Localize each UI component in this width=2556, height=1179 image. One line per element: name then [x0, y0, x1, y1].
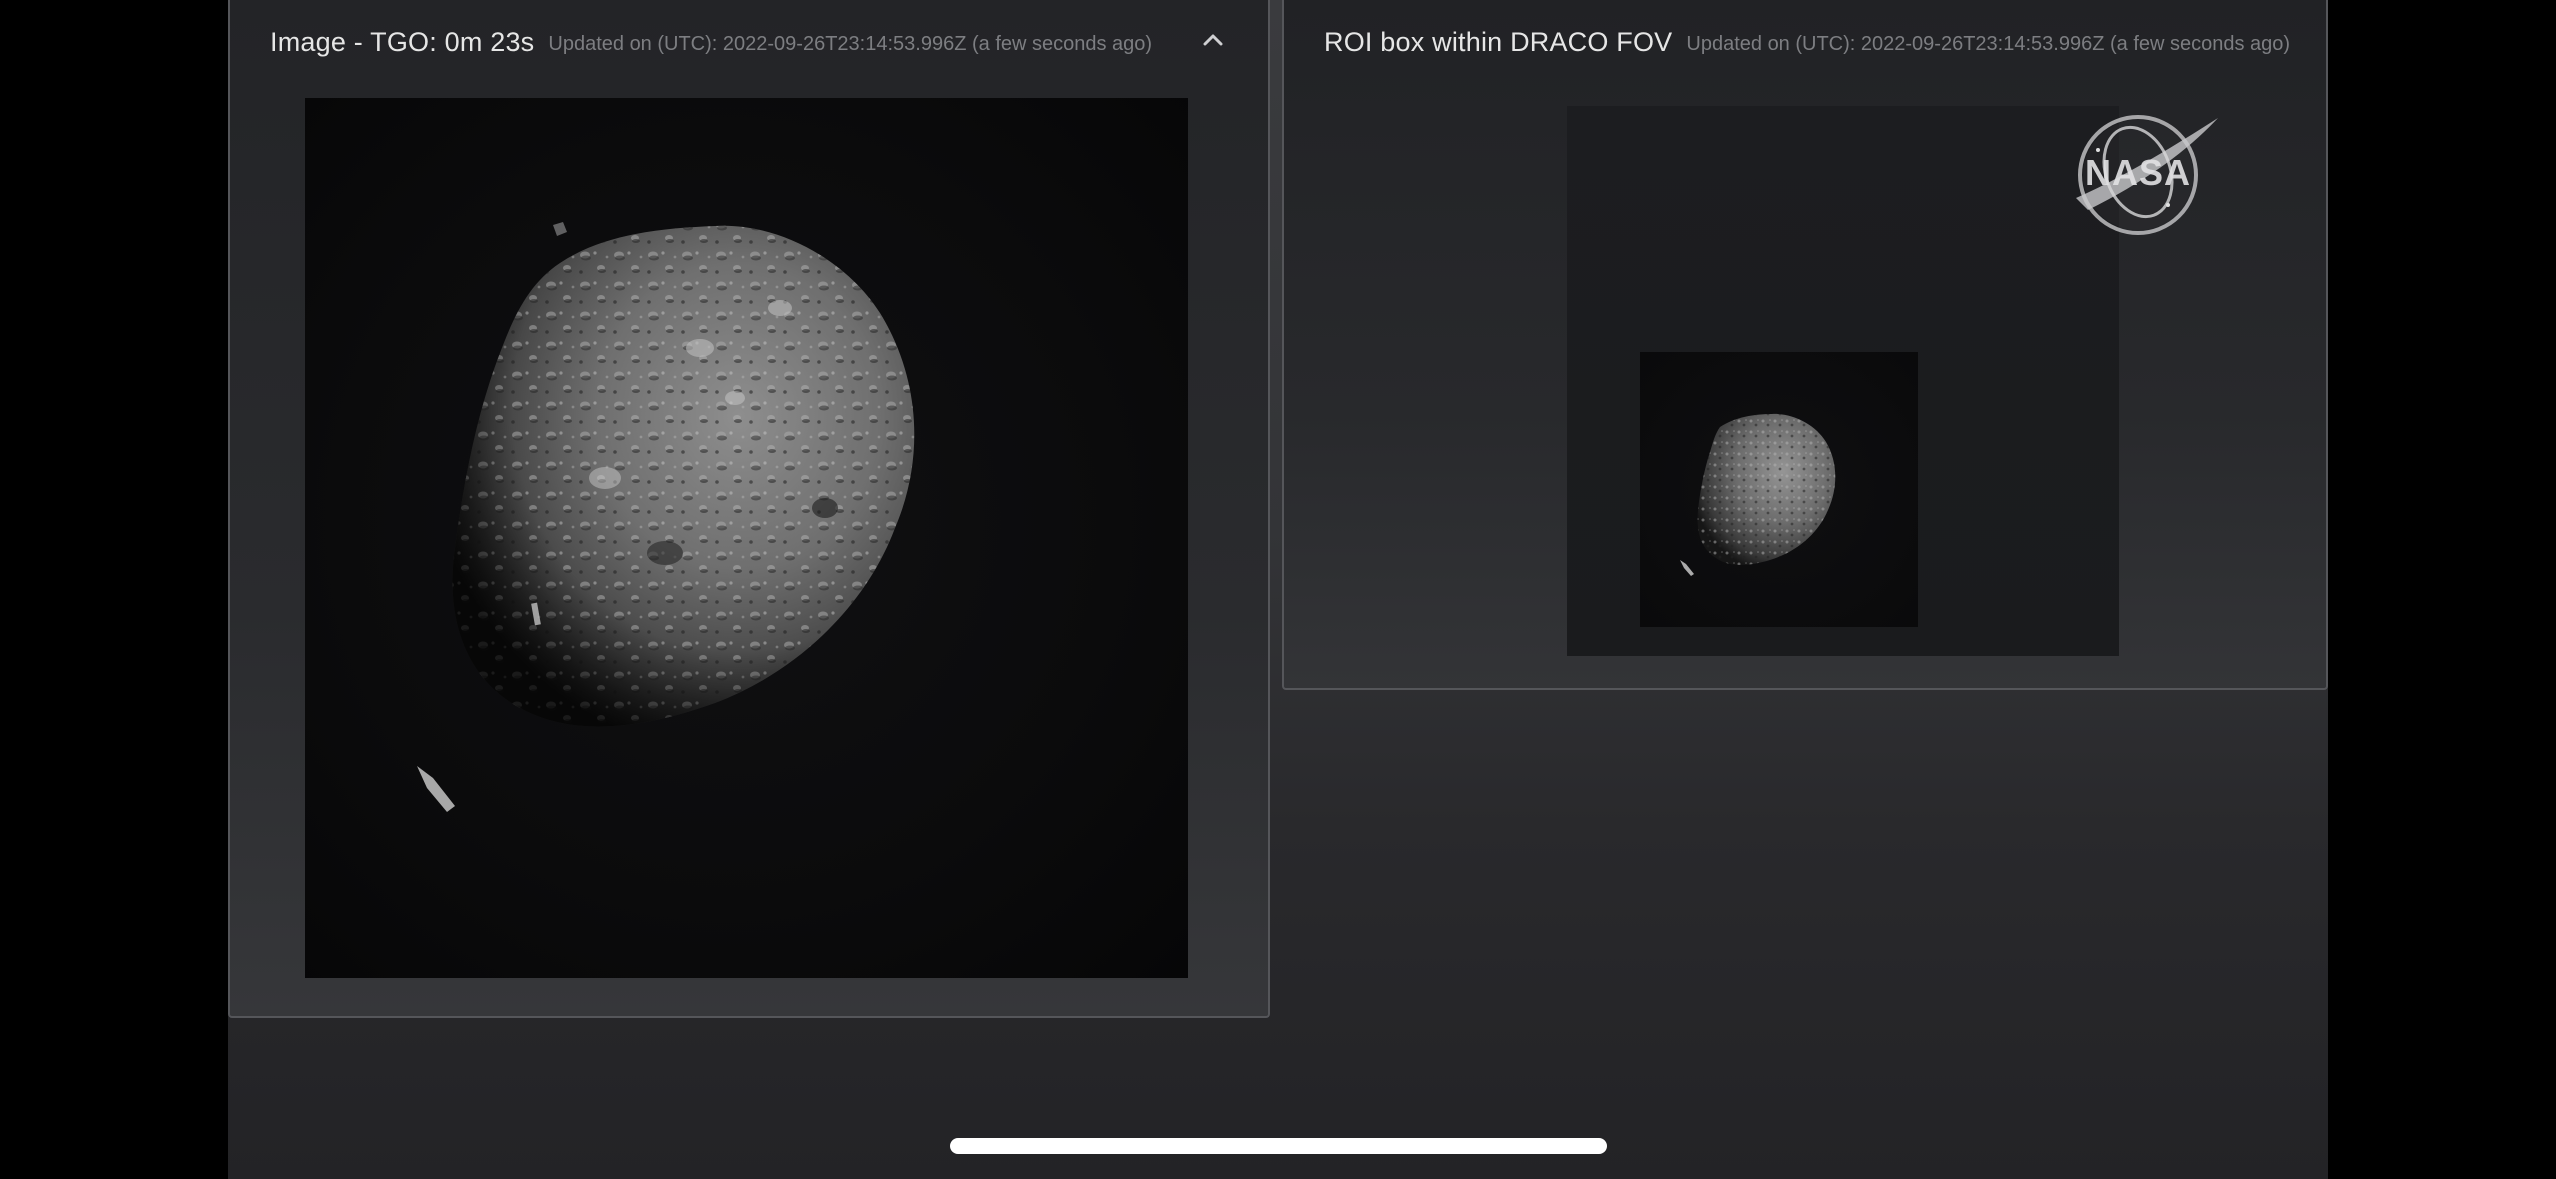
- home-indicator[interactable]: [950, 1138, 1607, 1154]
- screen: Image - TGO: 0m 23s Updated on (UTC): 20…: [0, 0, 2556, 1179]
- collapse-button[interactable]: [1196, 22, 1230, 56]
- asteroid-thumbnail: [1680, 413, 1836, 576]
- chevron-up-icon: [1203, 34, 1223, 46]
- roi-box: [1640, 352, 1918, 627]
- draco-fov-frame: [1567, 106, 2119, 656]
- draco-image: [305, 98, 1188, 978]
- nasa-logo-text: NASA: [2085, 152, 2191, 193]
- image-panel-updated: Updated on (UTC): 2022-09-26T23:14:53.99…: [548, 32, 1153, 55]
- roi-panel-title: ROI box within DRACO FOV: [1324, 26, 1673, 57]
- image-panel-title: Image - TGO: 0m 23s: [270, 26, 535, 57]
- image-panel-header: Image - TGO: 0m 23s Updated on (UTC): 20…: [230, 0, 1268, 84]
- roi-panel-header: ROI box within DRACO FOV Updated on (UTC…: [1284, 0, 2326, 84]
- roi-panel-updated: Updated on (UTC): 2022-09-26T23:14:53.99…: [1686, 32, 2291, 55]
- asteroid-image: [417, 222, 915, 812]
- nasa-meatball-icon: NASA: [2076, 115, 2218, 235]
